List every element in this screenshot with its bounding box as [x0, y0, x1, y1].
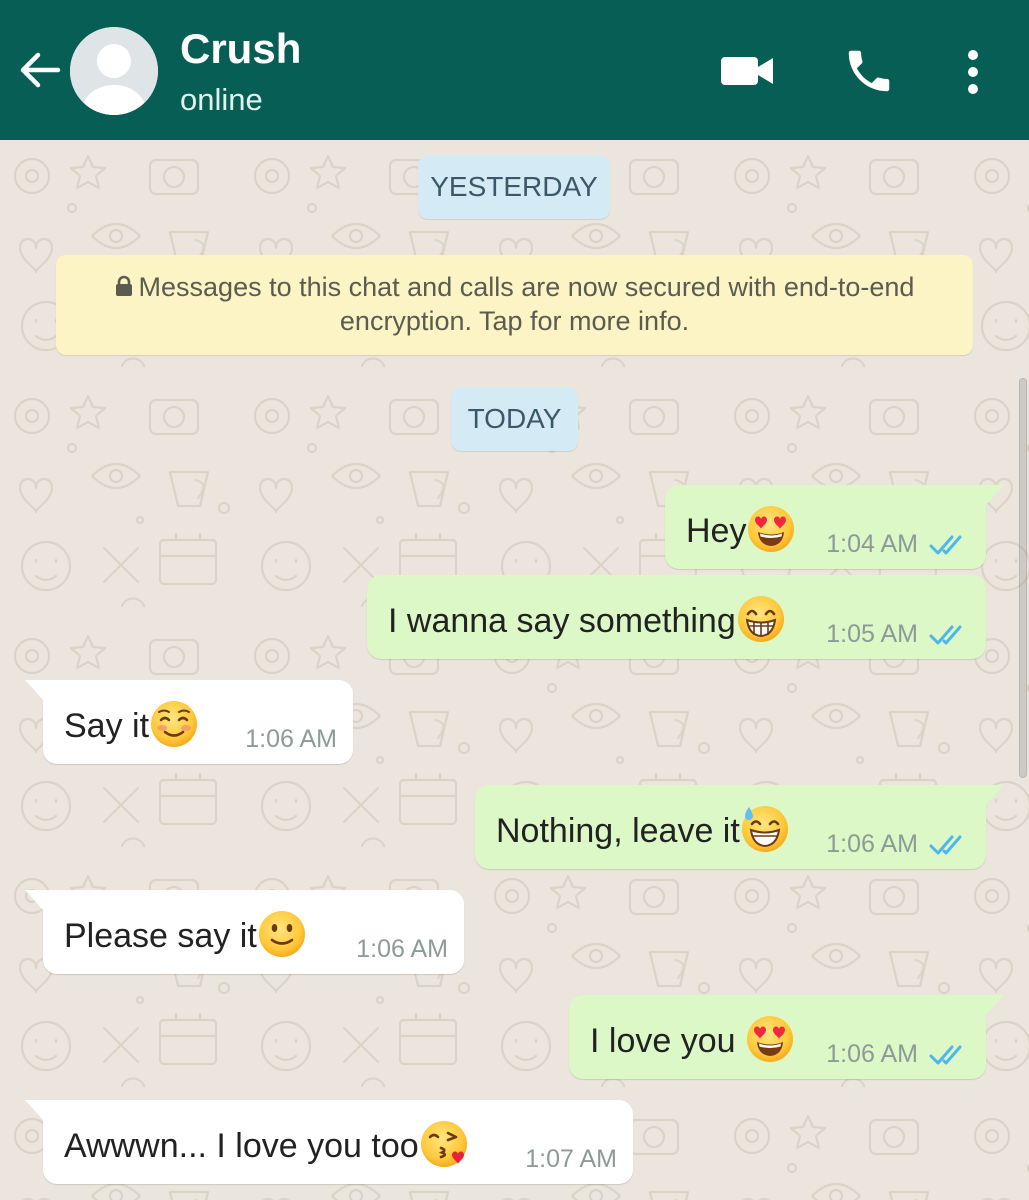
heart-eyes-emoji-icon — [748, 506, 795, 552]
default-avatar-icon — [70, 27, 158, 115]
read-receipt-icon — [929, 835, 962, 855]
read-receipt-icon — [929, 535, 962, 555]
lock-icon — [115, 275, 132, 296]
message-text-content: Awwwn... I love you too — [64, 1127, 419, 1165]
voice-call-button[interactable] — [842, 44, 896, 98]
outgoing-message[interactable]: Nothing, leave it 1:06 AM — [475, 785, 1004, 869]
message-text: Please say it — [64, 909, 307, 959]
incoming-message[interactable]: Awwwn... I love you too 1:07 AM — [25, 1100, 633, 1184]
date-separator-today: TODAY — [451, 387, 578, 451]
bubble-tail — [25, 1100, 45, 1122]
chat-header: Crush online — [0, 0, 1029, 140]
message-time: 1:06 AM — [245, 725, 337, 753]
bubble-tail — [984, 995, 1004, 1017]
date-separator-yesterday: YESTERDAY — [418, 155, 610, 219]
incoming-message[interactable]: Please say it 1:06 AM — [25, 890, 464, 974]
message-time: 1:06 AM — [356, 935, 448, 963]
phone-icon — [848, 50, 890, 92]
outgoing-message[interactable]: I wanna say something 1:05 AM — [367, 575, 986, 659]
message-text: Nothing, leave it — [496, 804, 790, 854]
slightly-smiling-emoji-icon — [258, 911, 305, 957]
message-text-content: Please say it — [64, 917, 257, 955]
bubble-tail — [25, 890, 45, 912]
message-text: Say it — [64, 699, 199, 749]
message-text-content: Nothing, leave it — [496, 812, 740, 850]
contact-name[interactable]: Crush — [180, 24, 301, 74]
read-receipt-icon — [929, 1045, 962, 1065]
encryption-notice-line-1: Messages to this chat and calls are now … — [56, 270, 973, 304]
contact-avatar[interactable] — [70, 27, 158, 115]
grinning-sweat-emoji-icon — [741, 806, 788, 852]
message-text: Awwwn... I love you too — [64, 1119, 469, 1169]
heart-eyes-emoji-icon — [746, 1016, 793, 1062]
incoming-message[interactable]: Say it 1:06 AM — [25, 680, 353, 764]
more-options-button[interactable] — [958, 46, 988, 98]
grinning-emoji-icon — [737, 596, 784, 642]
message-time: 1:04 AM — [826, 530, 918, 558]
contact-status: online — [180, 82, 263, 117]
video-call-button[interactable] — [718, 52, 778, 90]
encryption-notice[interactable]: Messages to this chat and calls are now … — [56, 255, 973, 355]
encryption-text-1: Messages to this chat and calls are now … — [138, 272, 915, 302]
arrow-left-icon — [20, 52, 61, 88]
bubble-tail — [984, 485, 1004, 507]
message-text-content: I love you — [590, 1022, 736, 1060]
more-vert-icon — [968, 50, 978, 94]
outgoing-message[interactable]: Hey 1:04 AM — [665, 485, 1004, 569]
message-time: 1:05 AM — [826, 620, 918, 648]
chat-area[interactable]: YESTERDAY Messages to this chat and call… — [0, 140, 1029, 1200]
video-camera-icon — [721, 57, 773, 85]
message-time: 1:06 AM — [826, 1040, 918, 1068]
message-text-content: Hey — [686, 512, 747, 550]
scrollbar[interactable] — [1019, 378, 1027, 778]
message-text-content: I wanna say something — [388, 602, 736, 640]
message-text: I love you — [590, 1014, 795, 1064]
bubble-tail — [984, 785, 1004, 807]
outgoing-message[interactable]: I love you 1:06 AM — [569, 995, 1004, 1079]
bubble-tail — [25, 680, 45, 702]
message-text: Hey — [686, 504, 796, 554]
message-time: 1:06 AM — [826, 830, 918, 858]
message-text-content: Say it — [64, 707, 150, 745]
back-button[interactable] — [14, 44, 66, 96]
encryption-text-2: encryption. Tap for more info. — [339, 306, 690, 336]
read-receipt-icon — [929, 625, 962, 645]
message-time: 1:07 AM — [525, 1145, 617, 1173]
kissing-heart-emoji-icon — [420, 1121, 467, 1167]
message-text: I wanna say something — [388, 594, 786, 644]
blushing-emoji-icon — [151, 701, 198, 747]
